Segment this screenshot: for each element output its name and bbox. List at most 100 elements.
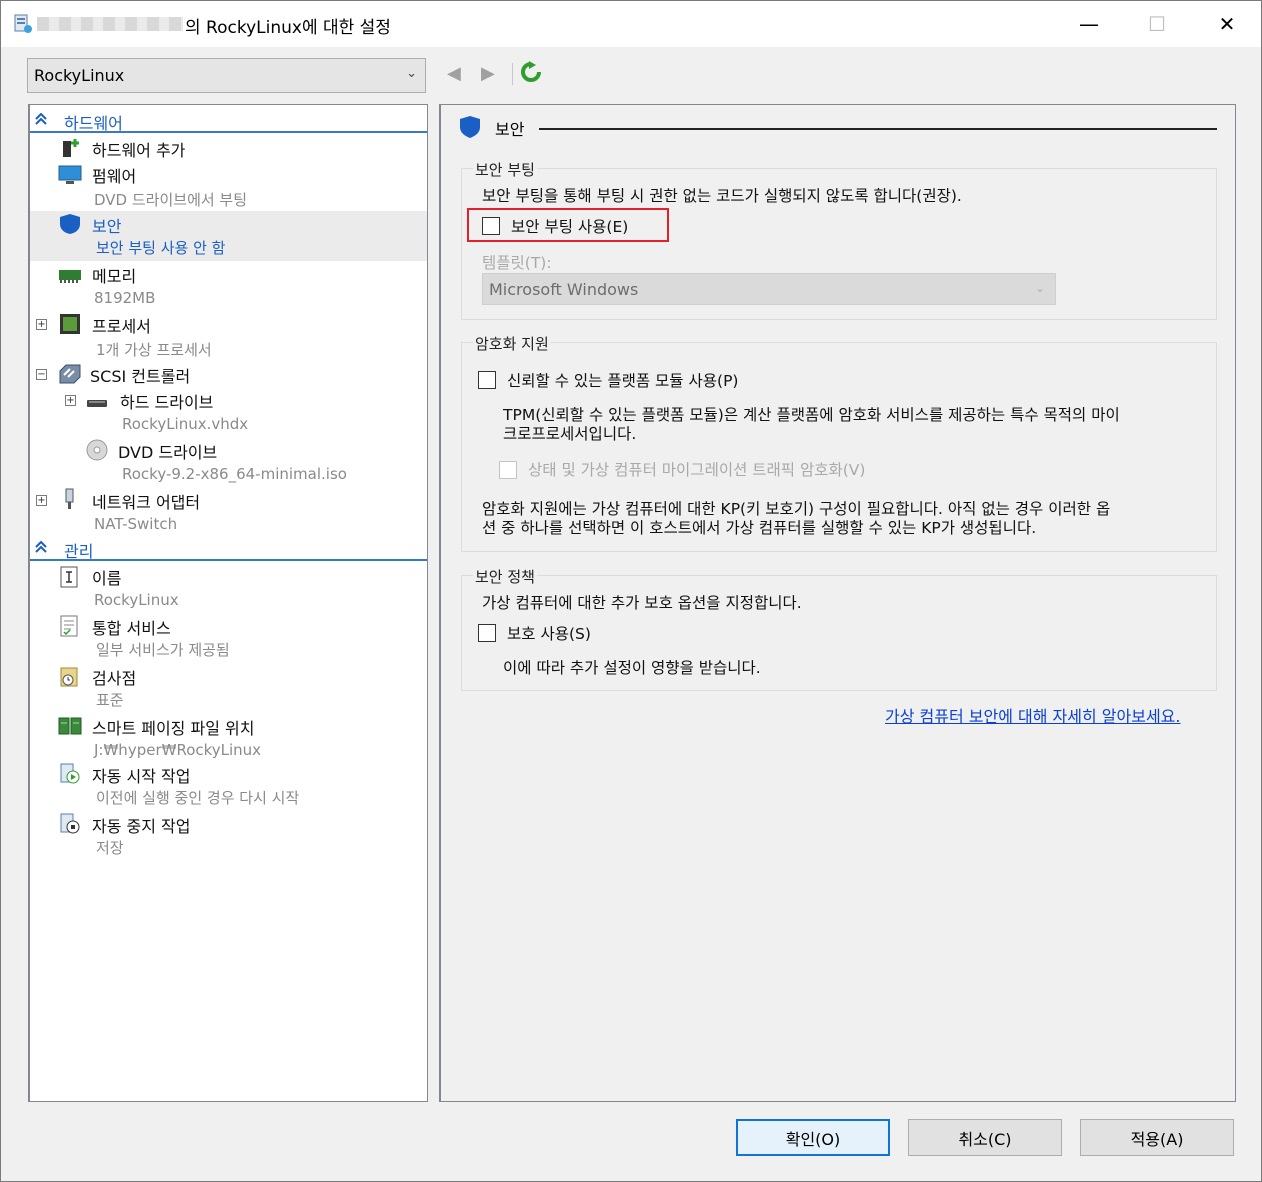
dvd-drive-icon <box>86 439 108 461</box>
toolbar-separator <box>512 63 513 85</box>
tree-item-dvd-drive[interactable]: DVD 드라이브 Rocky-9.2-x86_64-minimal.iso <box>30 437 427 487</box>
tree-item-detail: 8192MB <box>94 289 156 307</box>
shielding-checkbox[interactable] <box>478 624 496 642</box>
firmware-icon <box>58 165 82 184</box>
cancel-button[interactable]: 취소(C) <box>908 1119 1062 1156</box>
tpm-checkbox[interactable] <box>478 371 496 389</box>
tree-item-detail: 저장 <box>96 839 124 857</box>
tree-item-label: 이름 <box>92 569 122 588</box>
vm-selector-value: RockyLinux <box>34 66 125 85</box>
shielding-note: 이에 따라 추가 설정이 영향을 받습니다. <box>503 659 761 677</box>
security-policy-group-label: 보안 정책 <box>473 566 537 587</box>
expand-toggle-icon[interactable]: + <box>36 495 47 506</box>
integration-services-icon <box>60 615 78 637</box>
processor-icon <box>60 314 80 334</box>
tpm-checkbox-label[interactable]: 신뢰할 수 있는 플랫폼 모듈 사용(P) <box>507 369 738 391</box>
window-title: 의 RockyLinux에 대한 설정 <box>185 18 391 38</box>
checkpoint-icon <box>60 667 78 687</box>
management-section-label: 관리 <box>64 542 94 561</box>
tree-item-detail: 이전에 실행 중인 경우 다시 시작 <box>96 789 300 807</box>
kp-description-line2: 션 중 하나를 선택하면 이 호스트에서 가상 컴퓨터를 실행할 수 있는 KP… <box>482 519 1037 537</box>
tree-item-auto-start[interactable]: 자동 시작 작업 이전에 실행 중인 경우 다시 시작 <box>30 761 427 811</box>
hyper-v-settings-icon <box>14 14 32 33</box>
template-label: 템플릿(T): <box>482 254 552 272</box>
add-hardware-icon <box>63 139 79 157</box>
learn-more-link[interactable]: 가상 컴퓨터 보안에 대해 자세히 알아보세요. <box>885 703 1180 727</box>
tree-item-smart-paging[interactable]: 스마트 페이징 파일 위치 J:₩hyper₩RockyLinux <box>30 713 427 763</box>
tree-item-detail: NAT-Switch <box>94 515 178 533</box>
tree-item-detail: 표준 <box>96 691 124 709</box>
secure-boot-group-label: 보안 부팅 <box>473 159 537 180</box>
tree-item-label: 자동 시작 작업 <box>92 767 191 786</box>
tree-item-firmware[interactable]: 펌웨어 DVD 드라이브에서 부팅 <box>30 161 427 211</box>
forward-button[interactable]: ▶ <box>481 63 495 84</box>
collapse-chevron-icon <box>35 541 47 553</box>
secure-boot-checkbox[interactable] <box>482 217 500 235</box>
collapse-chevron-icon <box>35 113 47 125</box>
maximize-button[interactable]: ☐ <box>1123 1 1191 47</box>
tree-item-auto-stop[interactable]: 자동 중지 작업 저장 <box>30 811 427 861</box>
memory-icon <box>59 270 81 283</box>
vm-selector[interactable]: RockyLinux ⌄ <box>27 58 426 93</box>
tree-item-label: 프로세서 <box>92 317 151 336</box>
back-button[interactable]: ◀ <box>447 63 461 84</box>
tree-item-integration-services[interactable]: 통합 서비스 일부 서비스가 제공됨 <box>30 613 427 663</box>
blurred-host-name <box>37 17 183 31</box>
expand-toggle-icon[interactable]: + <box>65 395 76 406</box>
header-divider <box>539 128 1217 130</box>
shielding-checkbox-label[interactable]: 보호 사용(S) <box>507 622 591 644</box>
smart-paging-icon <box>58 717 82 735</box>
tree-item-hard-drive[interactable]: + 하드 드라이브 RockyLinux.vhdx <box>30 387 427 437</box>
tree-item-label: 통합 서비스 <box>92 619 171 638</box>
shield-icon <box>60 214 80 234</box>
tree-item-label: DVD 드라이브 <box>118 443 218 462</box>
tree-item-scsi-controller[interactable]: − SCSI 컨트롤러 <box>30 361 427 387</box>
minimize-button[interactable]: — <box>1055 1 1123 47</box>
tree-item-label: 하드 드라이브 <box>120 393 214 412</box>
hardware-section-label: 하드웨어 <box>64 114 123 133</box>
tree-item-checkpoints[interactable]: 검사점 표준 <box>30 663 427 713</box>
settings-tree: 하드웨어 하드웨어 추가 펌웨어 DVD 드라이브에서 부팅 보안 보안 부팅 … <box>28 104 428 1102</box>
ok-button[interactable]: 확인(O) <box>736 1119 890 1156</box>
tpm-description-line2: 크로프로세서입니다. <box>503 425 637 443</box>
hardware-section-header[interactable]: 하드웨어 <box>30 107 427 133</box>
refresh-icon[interactable] <box>520 61 542 83</box>
tree-item-label: 하드웨어 추가 <box>92 141 186 160</box>
tree-item-add-hardware[interactable]: 하드웨어 추가 <box>30 135 427 161</box>
tree-item-processor[interactable]: + 프로세서 1개 가상 프로세서 <box>30 311 427 361</box>
page-title: 보안 <box>495 120 525 139</box>
tree-item-label: SCSI 컨트롤러 <box>90 367 191 386</box>
chevron-down-icon: ⌄ <box>1034 281 1045 295</box>
expand-toggle-icon[interactable]: + <box>36 319 47 330</box>
tree-item-label: 스마트 페이징 파일 위치 <box>92 719 255 738</box>
auto-stop-icon <box>60 813 80 834</box>
collapse-toggle-icon[interactable]: − <box>36 369 47 380</box>
tree-item-label: 펌웨어 <box>92 167 137 186</box>
tree-item-memory[interactable]: 메모리 8192MB <box>30 261 427 311</box>
tree-item-network-adapter[interactable]: + 네트워크 어댑터 NAT-Switch <box>30 487 427 537</box>
tree-item-detail: J:₩hyper₩RockyLinux <box>94 741 262 759</box>
tree-item-label: 메모리 <box>92 267 137 286</box>
shield-icon <box>460 116 480 138</box>
tree-item-name[interactable]: 이름 RockyLinux <box>30 563 427 613</box>
name-icon <box>60 566 78 588</box>
template-select-value: Microsoft Windows <box>489 280 639 299</box>
title-bar: 의 RockyLinux에 대한 설정 — ☐ ✕ <box>1 1 1261 47</box>
chevron-down-icon: ⌄ <box>406 66 417 81</box>
tree-item-detail: 보안 부팅 사용 안 함 <box>96 239 226 257</box>
tree-item-label: 보안 <box>92 217 122 236</box>
tree-item-security[interactable]: 보안 보안 부팅 사용 안 함 <box>30 211 427 261</box>
close-button[interactable]: ✕ <box>1193 1 1261 47</box>
apply-button[interactable]: 적용(A) <box>1080 1119 1234 1156</box>
settings-window: 의 RockyLinux에 대한 설정 — ☐ ✕ RockyLinux ⌄ ◀… <box>0 0 1262 1182</box>
tree-item-detail: RockyLinux <box>94 591 179 609</box>
secure-boot-checkbox-label[interactable]: 보안 부팅 사용(E) <box>511 215 628 237</box>
migration-encryption-checkbox[interactable] <box>499 461 517 479</box>
management-section-header[interactable]: 관리 <box>30 535 427 561</box>
secure-boot-description: 보안 부팅을 통해 부팅 시 권한 없는 코드가 실행되지 않도록 합니다(권장… <box>482 187 962 205</box>
template-select[interactable]: Microsoft Windows ⌄ <box>482 273 1056 305</box>
security-policy-description: 가상 컴퓨터에 대한 추가 보호 옵션을 지정합니다. <box>482 594 802 612</box>
tree-item-detail: RockyLinux.vhdx <box>122 415 249 433</box>
tree-item-label: 네트워크 어댑터 <box>92 493 201 512</box>
migration-encryption-label: 상태 및 가상 컴퓨터 마이그레이션 트래픽 암호화(V) <box>528 461 866 479</box>
